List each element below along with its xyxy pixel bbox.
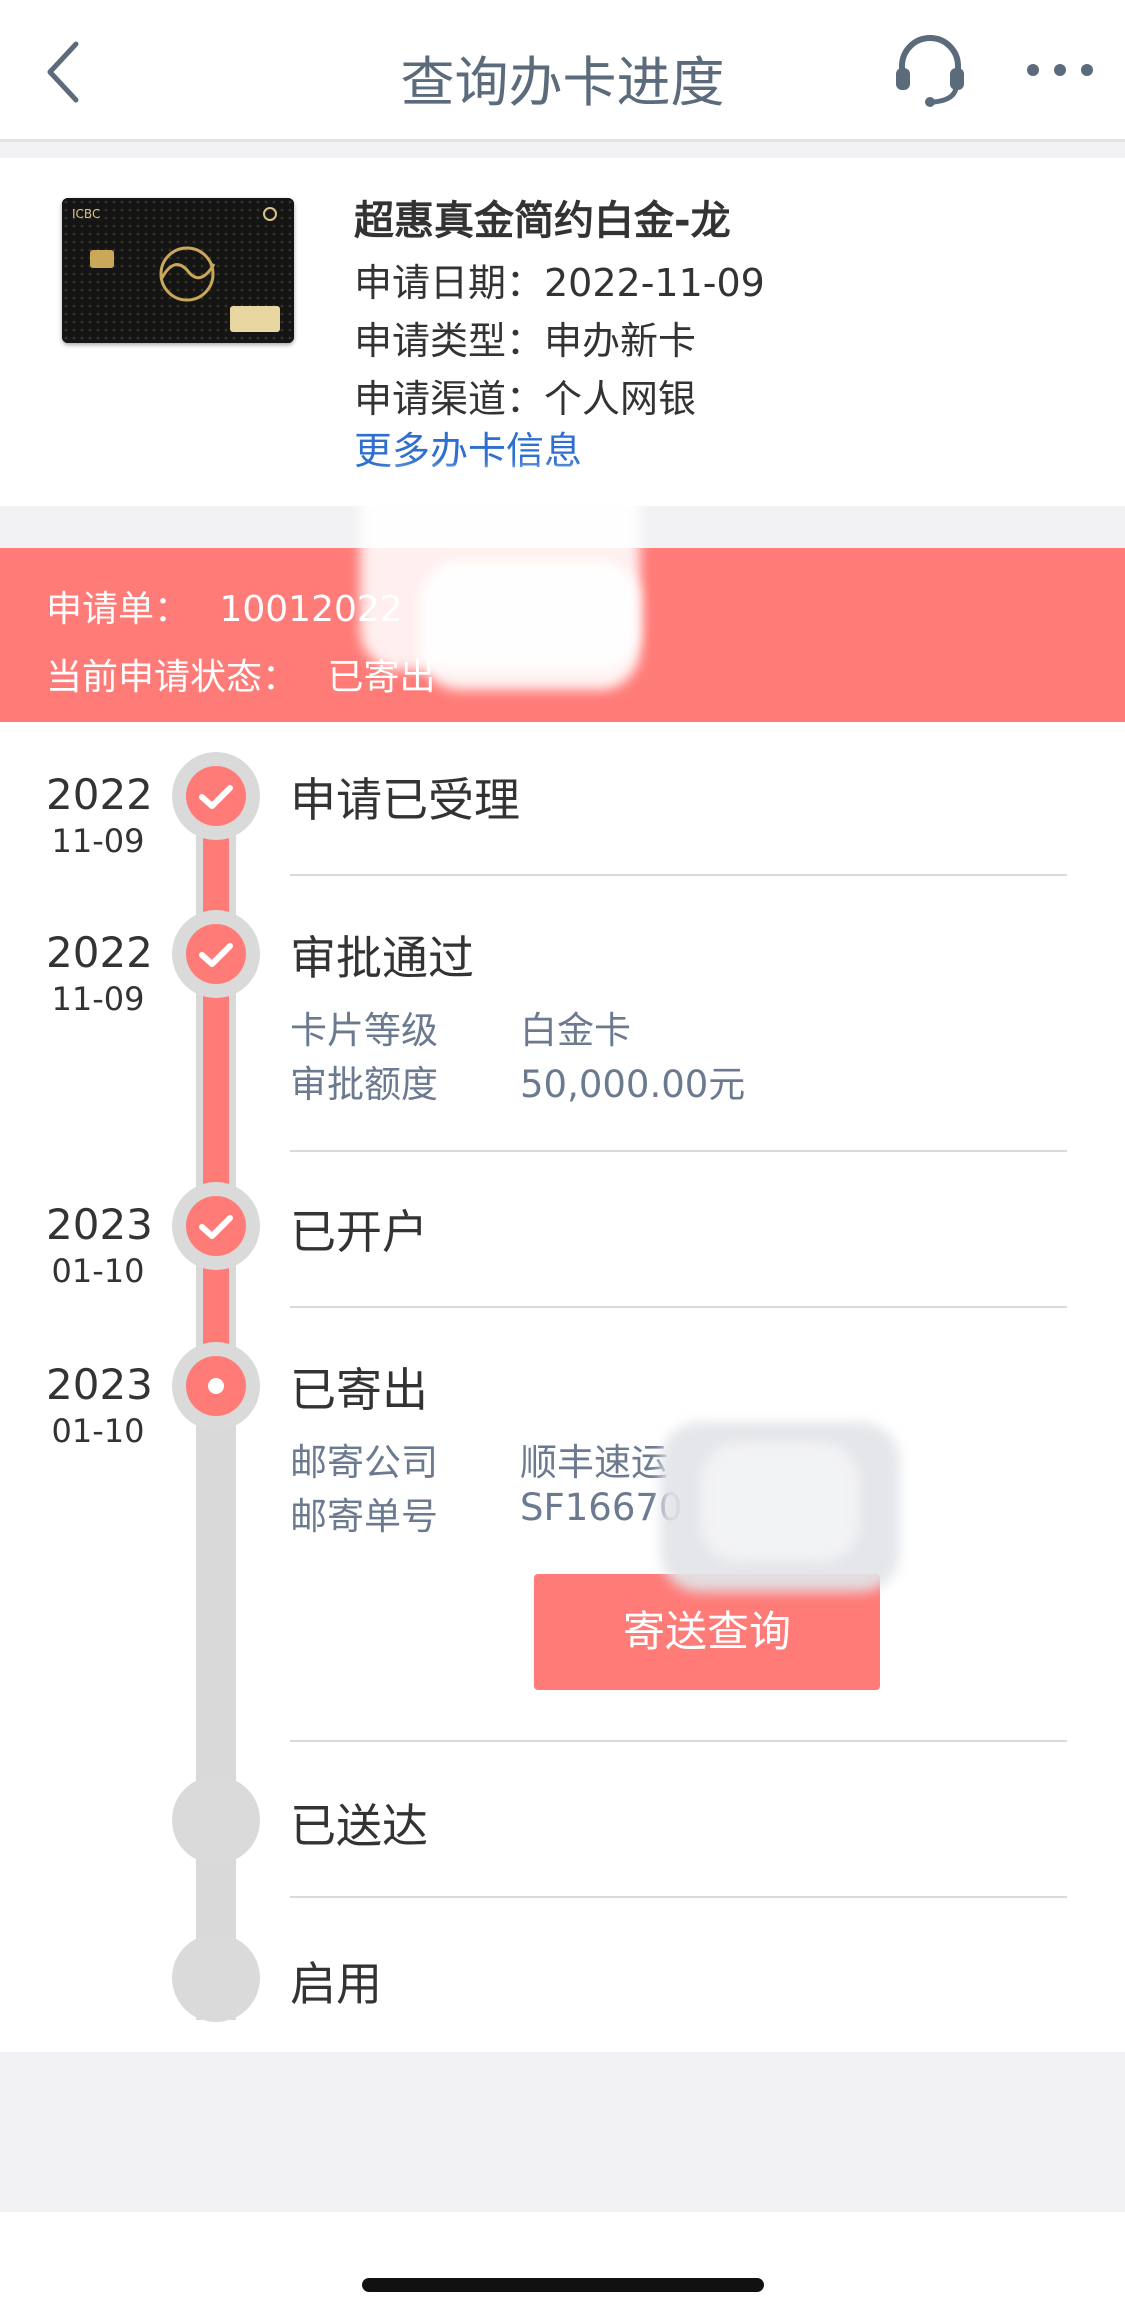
step-year: 2023 <box>46 1200 153 1249</box>
step-complete-node <box>172 1182 260 1270</box>
step-pending-node <box>172 1776 260 1864</box>
check-icon <box>199 1215 233 1239</box>
detail-label: 邮寄公司 <box>290 1441 438 1484</box>
detail-value: 顺丰速运 <box>520 1441 668 1484</box>
apply-channel: 申请渠道：个人网银 <box>354 377 697 421</box>
step-date: 01-10 <box>51 1412 145 1450</box>
step-title: 申请已受理 <box>290 773 520 827</box>
step-title: 已送达 <box>290 1799 428 1853</box>
home-indicator <box>362 2278 764 2292</box>
timeline-progress <box>203 790 229 1385</box>
divider <box>290 874 1067 876</box>
more-card-info-link[interactable]: 更多办卡信息 <box>354 420 582 475</box>
detail-label: 审批额度 <box>290 1063 438 1106</box>
apply-date: 申请日期：2022-11-09 <box>354 261 765 305</box>
step-year: 2023 <box>46 1360 153 1409</box>
credit-card-image: ICBC <box>62 198 294 343</box>
divider <box>290 1740 1067 1742</box>
step-title: 已开户 <box>290 1205 428 1259</box>
step-date: 01-10 <box>51 1252 145 1290</box>
step-complete-node <box>172 910 260 998</box>
bottom-area <box>0 2212 1125 2311</box>
step-title: 已寄出 <box>290 1363 428 1417</box>
step-date: 11-09 <box>51 822 145 860</box>
order-number-row: 申请单： 10012022 <box>46 580 403 632</box>
headset-icon[interactable] <box>890 30 970 110</box>
step-current-node <box>172 1342 260 1430</box>
step-complete-node <box>172 752 260 840</box>
redaction-smudge <box>420 560 640 690</box>
detail-label: 邮寄单号 <box>290 1495 438 1538</box>
card-product-name: 超惠真金简约白金-龙 <box>354 198 731 244</box>
step-title: 启用 <box>290 1957 382 2011</box>
divider <box>290 1306 1067 1308</box>
card-info-panel: ICBC 超惠真金简约白金-龙 申请日期：2022-11-09 申请类型：申办新… <box>0 158 1125 506</box>
order-label: 申请单： <box>46 589 191 630</box>
divider <box>290 1896 1067 1898</box>
detail-value: SF16670 <box>520 1486 683 1529</box>
detail-label: 卡片等级 <box>290 1009 438 1052</box>
check-icon <box>199 785 233 809</box>
step-year: 2022 <box>46 770 153 819</box>
step-pending-node <box>172 1934 260 2022</box>
progress-timeline: 2022 11-09 申请已受理 2022 11-09 审批通过 卡片等级 白金… <box>0 722 1125 2052</box>
divider <box>290 1150 1067 1152</box>
redaction-smudge <box>700 1442 860 1562</box>
check-icon <box>199 943 233 967</box>
detail-value: 白金卡 <box>520 1009 631 1052</box>
step-title: 审批通过 <box>290 931 474 985</box>
step-year: 2022 <box>46 928 153 977</box>
nav-bar: 查询办卡进度 <box>0 0 1125 142</box>
step-date: 11-09 <box>51 980 145 1018</box>
more-dots-icon[interactable] <box>1025 40 1095 100</box>
card-brand-text: ICBC <box>72 207 100 221</box>
detail-value: 50,000.00元 <box>520 1063 746 1106</box>
apply-type: 申请类型：申办新卡 <box>354 319 697 363</box>
status-label: 当前申请状态： <box>46 657 299 698</box>
dot-icon <box>208 1378 224 1394</box>
